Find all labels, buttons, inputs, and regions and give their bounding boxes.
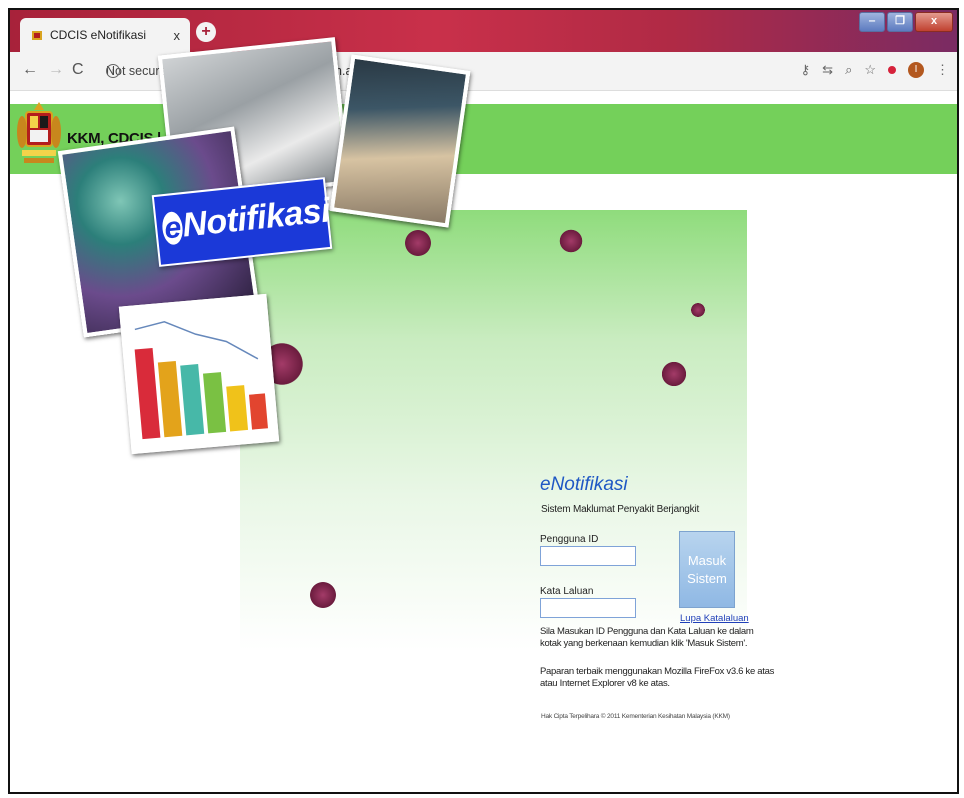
crest-logo-icon: [17, 102, 61, 163]
key-icon[interactable]: ⚷: [801, 62, 811, 78]
profile-icon[interactable]: I: [908, 62, 924, 78]
login-button[interactable]: Masuk Sistem: [679, 531, 735, 608]
splash-graphic: [240, 210, 747, 728]
reload-icon[interactable]: C: [72, 61, 84, 79]
doctor-photo: [329, 54, 471, 228]
app-subtitle: Sistem Maklumat Penyakit Berjangkit: [541, 504, 700, 515]
user-id-input[interactable]: [540, 546, 636, 566]
browser-note-line-2: atau Internet Explorer v8 ke atas.: [540, 678, 670, 689]
crest-favicon-icon: [30, 28, 44, 42]
instruction-line-1: Sila Masukan ID Pengguna dan Kata Laluan…: [540, 626, 754, 637]
close-window-button[interactable]: x: [915, 12, 953, 32]
tab-title: CDCIS eNotifikasi: [50, 28, 147, 42]
menu-icon[interactable]: ⋮: [936, 62, 949, 78]
info-icon[interactable]: i: [106, 64, 120, 78]
minimize-button[interactable]: ‒: [859, 12, 885, 32]
virus-decoration-icon: [403, 228, 433, 258]
password-label: Kata Laluan: [540, 586, 594, 597]
tab-close-icon[interactable]: x: [174, 28, 181, 43]
bar-chart-illustration: [118, 293, 280, 455]
virus-decoration-icon: [660, 360, 688, 388]
window-controls: ‒ ❐ x: [859, 12, 953, 32]
toolbar-icons: ⚷ ⇆ ⌕ ☆ I ⋮: [801, 62, 949, 78]
maximize-button[interactable]: ❐: [887, 12, 913, 32]
browser-note-line-1: Paparan terbaik menggunakan Mozilla Fire…: [540, 666, 775, 677]
star-icon[interactable]: ☆: [864, 62, 876, 78]
app-name: eNotifikasi: [540, 474, 628, 495]
translate-icon[interactable]: ⇆: [822, 62, 833, 78]
login-button-line2: Sistem: [687, 570, 727, 586]
password-input[interactable]: [540, 598, 636, 618]
new-tab-button[interactable]: +: [196, 22, 216, 42]
copyright-text: Hak Cipta Terpelihara © 2011 Kementerian…: [541, 713, 730, 720]
login-button-line1: Masuk: [687, 552, 727, 568]
browser-window: CDCIS eNotifikasi x + ‒ ❐ x ← → C i Not …: [8, 8, 959, 794]
forgot-password-link[interactable]: Lupa Katalaluan: [680, 613, 749, 624]
instruction-line-2: kotak yang berkenaan kemudian klik 'Masu…: [540, 638, 748, 649]
browser-tab[interactable]: CDCIS eNotifikasi x: [20, 18, 190, 52]
virus-decoration-icon: [558, 228, 584, 254]
browser-note: Paparan terbaik menggunakan Mozilla Fire…: [540, 666, 774, 690]
back-icon[interactable]: ←: [22, 61, 38, 79]
browser-toolbar: ← → C i Not secure | enotifikasi.moh.gov…: [10, 52, 957, 91]
virus-decoration-icon: [308, 580, 338, 610]
forward-icon[interactable]: →: [48, 61, 64, 79]
virus-decoration-icon: [690, 302, 706, 318]
zoom-icon[interactable]: ⌕: [845, 62, 852, 78]
extension-icon[interactable]: [888, 66, 896, 74]
instruction-text: Sila Masukan ID Pengguna dan Kata Laluan…: [540, 626, 754, 650]
user-id-label: Pengguna ID: [540, 534, 599, 545]
title-bar: CDCIS eNotifikasi x + ‒ ❐ x: [10, 10, 957, 52]
